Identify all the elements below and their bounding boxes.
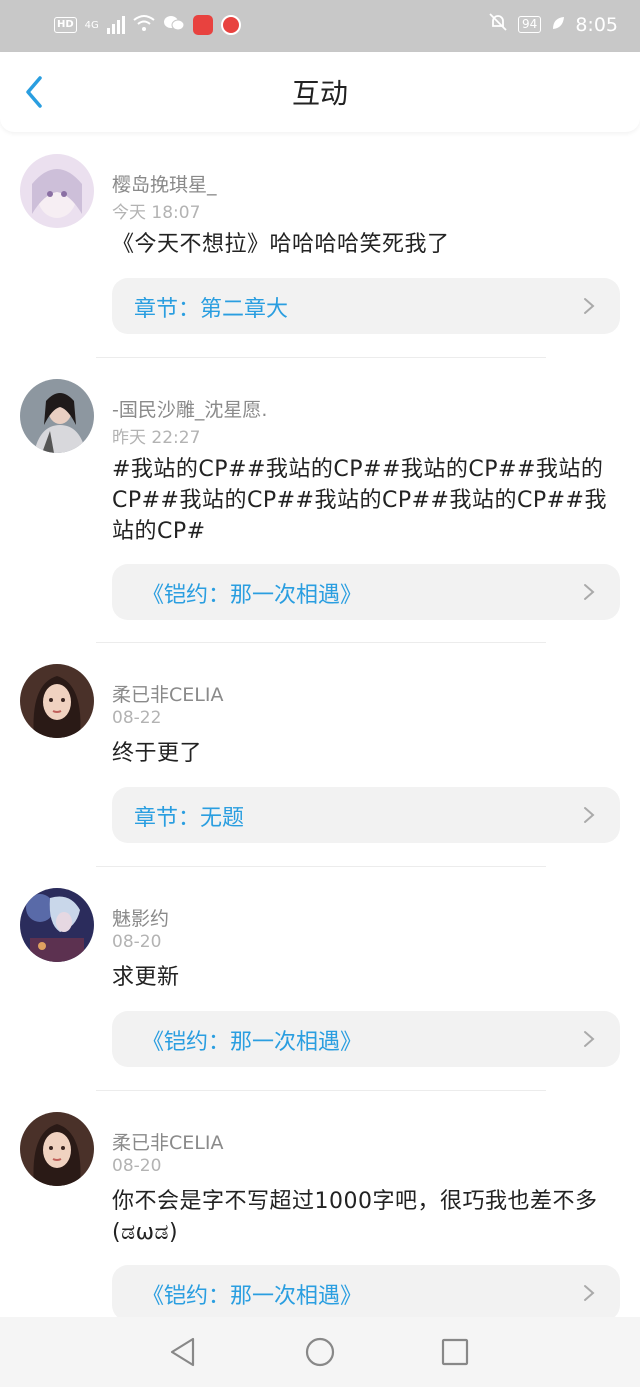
source-link[interactable]: 《铠约：那一次相遇》 xyxy=(112,564,620,620)
mute-bell-icon xyxy=(488,12,508,37)
top-app-bar: 互动 xyxy=(0,52,640,132)
comment-text: #我站的CP##我站的CP##我站的CP##我站的CP##我站的CP##我站的C… xyxy=(112,457,607,544)
username[interactable]: 柔已非CELIA xyxy=(112,1128,223,1155)
divider xyxy=(96,1090,546,1091)
divider xyxy=(96,642,546,643)
square-recents-icon xyxy=(441,1338,469,1366)
avatar[interactable] xyxy=(20,379,94,453)
nav-back-button[interactable] xyxy=(166,1335,200,1369)
circle-home-icon xyxy=(305,1337,335,1367)
divider xyxy=(96,357,546,358)
comment-text: 《今天不想拉》哈哈哈哈笑死我了 xyxy=(112,232,450,257)
status-bar: HD 4G 94 8:05 xyxy=(0,0,640,52)
source-link-label: 章节：无题 xyxy=(134,806,245,831)
network-label: 4G xyxy=(84,19,99,31)
post-time: 08-20 xyxy=(112,932,162,952)
wifi-icon xyxy=(133,14,155,36)
source-link-label: 《铠约：那一次相遇》 xyxy=(142,1284,363,1309)
chevron-right-icon xyxy=(584,298,595,314)
broadcast-app-icon xyxy=(220,15,241,35)
username[interactable]: -国民沙雕_沈星愿. xyxy=(112,395,267,422)
chevron-right-icon xyxy=(584,1031,595,1047)
battery-indicator: 94 xyxy=(518,16,542,33)
username[interactable]: 柔已非CELIA xyxy=(112,680,223,707)
avatar[interactable] xyxy=(20,888,94,962)
comment-text: 终于更了 xyxy=(112,741,203,766)
nav-recents-button[interactable] xyxy=(438,1335,472,1369)
source-link[interactable]: 章节：第二章大 xyxy=(112,278,620,334)
divider xyxy=(96,866,546,867)
source-link-label: 《铠约：那一次相遇》 xyxy=(142,583,363,608)
avatar[interactable] xyxy=(20,664,94,738)
username[interactable]: 樱岛挽琪星_ xyxy=(112,170,217,197)
source-link[interactable]: 《铠约：那一次相遇》 xyxy=(112,1265,620,1321)
nav-home-button[interactable] xyxy=(303,1335,337,1369)
triangle-back-icon xyxy=(170,1337,195,1367)
comment-text: 你不会是字不写超过1000字吧，很巧我也差不多(ಡωಡ) xyxy=(112,1189,598,1245)
hd-badge: HD xyxy=(54,17,77,33)
post-time: 08-20 xyxy=(112,1156,162,1176)
avatar[interactable] xyxy=(20,154,94,228)
huawei-app-icon xyxy=(192,15,213,35)
comment-text: 求更新 xyxy=(112,965,180,990)
source-link-label: 章节：第二章大 xyxy=(134,297,289,322)
post-time: 昨天 22:27 xyxy=(112,428,201,448)
source-link[interactable]: 章节：无题 xyxy=(112,787,620,843)
status-left: HD 4G xyxy=(54,14,241,36)
clock: 8:05 xyxy=(575,13,618,36)
status-right: 94 8:05 xyxy=(488,12,618,37)
chevron-right-icon xyxy=(584,807,595,823)
post-time: 今天 18:07 xyxy=(112,203,201,223)
page-title: 互动 xyxy=(291,77,348,110)
wechat-icon xyxy=(163,14,185,36)
post-time: 08-22 xyxy=(112,708,162,728)
source-link-label: 《铠约：那一次相遇》 xyxy=(142,1030,363,1055)
avatar[interactable] xyxy=(20,1112,94,1186)
chevron-right-icon xyxy=(584,584,595,600)
username[interactable]: 魅影约 xyxy=(112,904,169,931)
leaf-icon xyxy=(551,14,565,36)
signal-icon xyxy=(106,16,125,34)
source-link[interactable]: 《铠约：那一次相遇》 xyxy=(112,1011,620,1067)
chevron-right-icon xyxy=(584,1285,595,1301)
system-nav-bar xyxy=(0,1317,640,1387)
